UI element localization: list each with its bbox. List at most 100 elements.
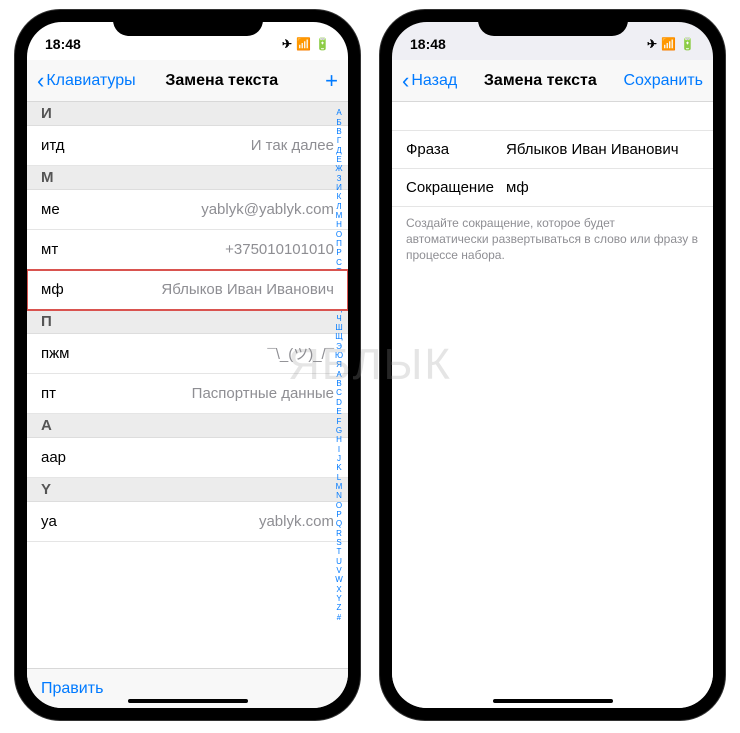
status-icons: ✈ 📶 🔋 [635,37,695,51]
hint-text: Создайте сокращение, которое будет автом… [392,207,713,272]
list-item[interactable]: итд И так далее [27,126,348,166]
screen-left: 18:48 ✈ 📶 🔋 ‹ Клавиатуры Замена текста +… [27,22,348,708]
phrase-row[interactable]: Фраза Яблыков Иван Иванович [392,131,713,169]
index-letter[interactable]: Ш [335,323,342,332]
index-letter[interactable]: К [337,192,342,201]
index-letter[interactable]: С [336,258,342,267]
index-letter[interactable]: W [335,575,343,584]
index-letter[interactable]: Г [337,136,341,145]
index-letter[interactable]: L [337,473,341,482]
item-key: ya [41,513,57,530]
back-label: Назад [411,72,457,90]
home-indicator[interactable] [493,699,613,703]
index-letter[interactable]: M [336,482,343,491]
shortcut-value[interactable]: мф [506,179,699,196]
shortcut-label: Сокращение [406,179,506,196]
nav-bar-left: ‹ Клавиатуры Замена текста + [27,60,348,102]
index-letter[interactable]: Я [336,360,342,369]
index-letter[interactable]: X [336,585,341,594]
index-letter[interactable]: Б [336,118,341,127]
status-icons: ✈ 📶 🔋 [270,37,330,51]
list-item[interactable]: мт +375010101010 [27,230,348,270]
index-letter[interactable]: Э [336,342,342,351]
index-letter[interactable]: F [337,417,342,426]
index-letter[interactable]: Р [336,248,341,257]
index-letter[interactable]: S [336,538,341,547]
chevron-left-icon: ‹ [37,70,44,92]
index-letter[interactable]: Ж [335,164,342,173]
list-item[interactable]: меyablyk@yablyk.com [27,190,348,230]
back-button[interactable]: ‹ Клавиатуры [37,70,136,92]
index-letter[interactable]: Л [336,202,341,211]
index-letter[interactable]: Н [336,220,342,229]
status-time: 18:48 [45,36,105,52]
nav-bar-right: ‹ Назад Замена текста Сохранить [392,60,713,102]
form-content: Фраза Яблыков Иван Иванович Сокращение м… [392,102,713,708]
index-letter[interactable]: J [337,454,341,463]
index-letter[interactable]: R [336,529,342,538]
item-value: +375010101010 [225,241,334,258]
index-letter[interactable]: З [337,174,342,183]
status-bar: 18:48 ✈ 📶 🔋 [392,22,713,60]
index-letter[interactable]: D [336,398,342,407]
index-letter[interactable]: A [336,370,341,379]
list-content[interactable]: Иитд И так далее Ммеyablyk@yablyk.com мт +37… [27,102,348,668]
index-letter[interactable]: Щ [335,332,343,341]
index-letter[interactable]: М [336,211,343,220]
battery-icon: 🔋 [680,37,695,51]
index-letter[interactable]: Y [336,594,341,603]
index-letter[interactable]: T [337,547,342,556]
index-letter[interactable]: О [336,230,342,239]
phrase-value[interactable]: Яблыков Иван Иванович [506,141,699,158]
edit-button[interactable]: Править [41,680,103,698]
page-title: Замена текста [484,72,597,90]
index-letter[interactable]: Ю [335,351,343,360]
index-letter[interactable]: В [336,127,341,136]
chevron-left-icon: ‹ [402,70,409,92]
item-value: И так далее [251,137,334,154]
index-letter[interactable]: И [336,183,342,192]
item-key: итд [41,137,65,154]
index-letter[interactable]: Е [336,155,341,164]
index-letter[interactable]: K [336,463,341,472]
index-letter[interactable]: # [337,613,341,622]
index-letter[interactable]: C [336,388,342,397]
index-letter[interactable]: E [336,407,341,416]
index-letter[interactable]: B [336,379,341,388]
index-letter[interactable]: O [336,501,342,510]
index-bar[interactable]: АБВГДЕЖЗИКЛМНОПРСТУФХЦЧШЩЭЮЯABCDEFGHIJKL… [332,102,346,628]
item-value: yablyk.com [259,513,334,530]
index-letter[interactable]: Q [336,519,342,528]
list-item[interactable]: мфЯблыков Иван Иванович [27,270,348,310]
section-header: М [27,166,348,190]
index-letter[interactable]: H [336,435,342,444]
index-letter[interactable]: U [336,557,342,566]
index-letter[interactable]: Ч [336,314,341,323]
index-letter[interactable]: V [336,566,341,575]
home-indicator[interactable] [128,699,248,703]
list-item[interactable]: пжм¯\_(ツ)_/¯ [27,334,348,374]
item-key: мт [41,241,58,258]
index-letter[interactable]: А [336,108,341,117]
save-button[interactable]: Сохранить [623,72,703,90]
airplane-icon: ✈ [647,37,657,51]
form-group: Фраза Яблыков Иван Иванович Сокращение м… [392,130,713,207]
index-letter[interactable]: Д [336,146,341,155]
back-button[interactable]: ‹ Назад [402,70,457,92]
index-letter[interactable]: P [336,510,341,519]
list-item[interactable]: птПаспортные данные [27,374,348,414]
item-value: Яблыков Иван Иванович [161,281,334,298]
section-header: И [27,102,348,126]
add-button[interactable]: + [308,68,338,94]
index-letter[interactable]: G [336,426,342,435]
item-value: ¯\_(ツ)_/¯ [267,343,334,364]
index-letter[interactable]: N [336,491,342,500]
index-letter[interactable]: П [336,239,342,248]
shortcut-row[interactable]: Сокращение мф [392,169,713,206]
index-letter[interactable]: I [338,445,340,454]
item-value: Паспортные данные [192,385,334,402]
index-letter[interactable]: Z [337,603,342,612]
list-item[interactable]: aap [27,438,348,478]
phrase-label: Фраза [406,141,506,158]
list-item[interactable]: ya yablyk.com [27,502,348,542]
